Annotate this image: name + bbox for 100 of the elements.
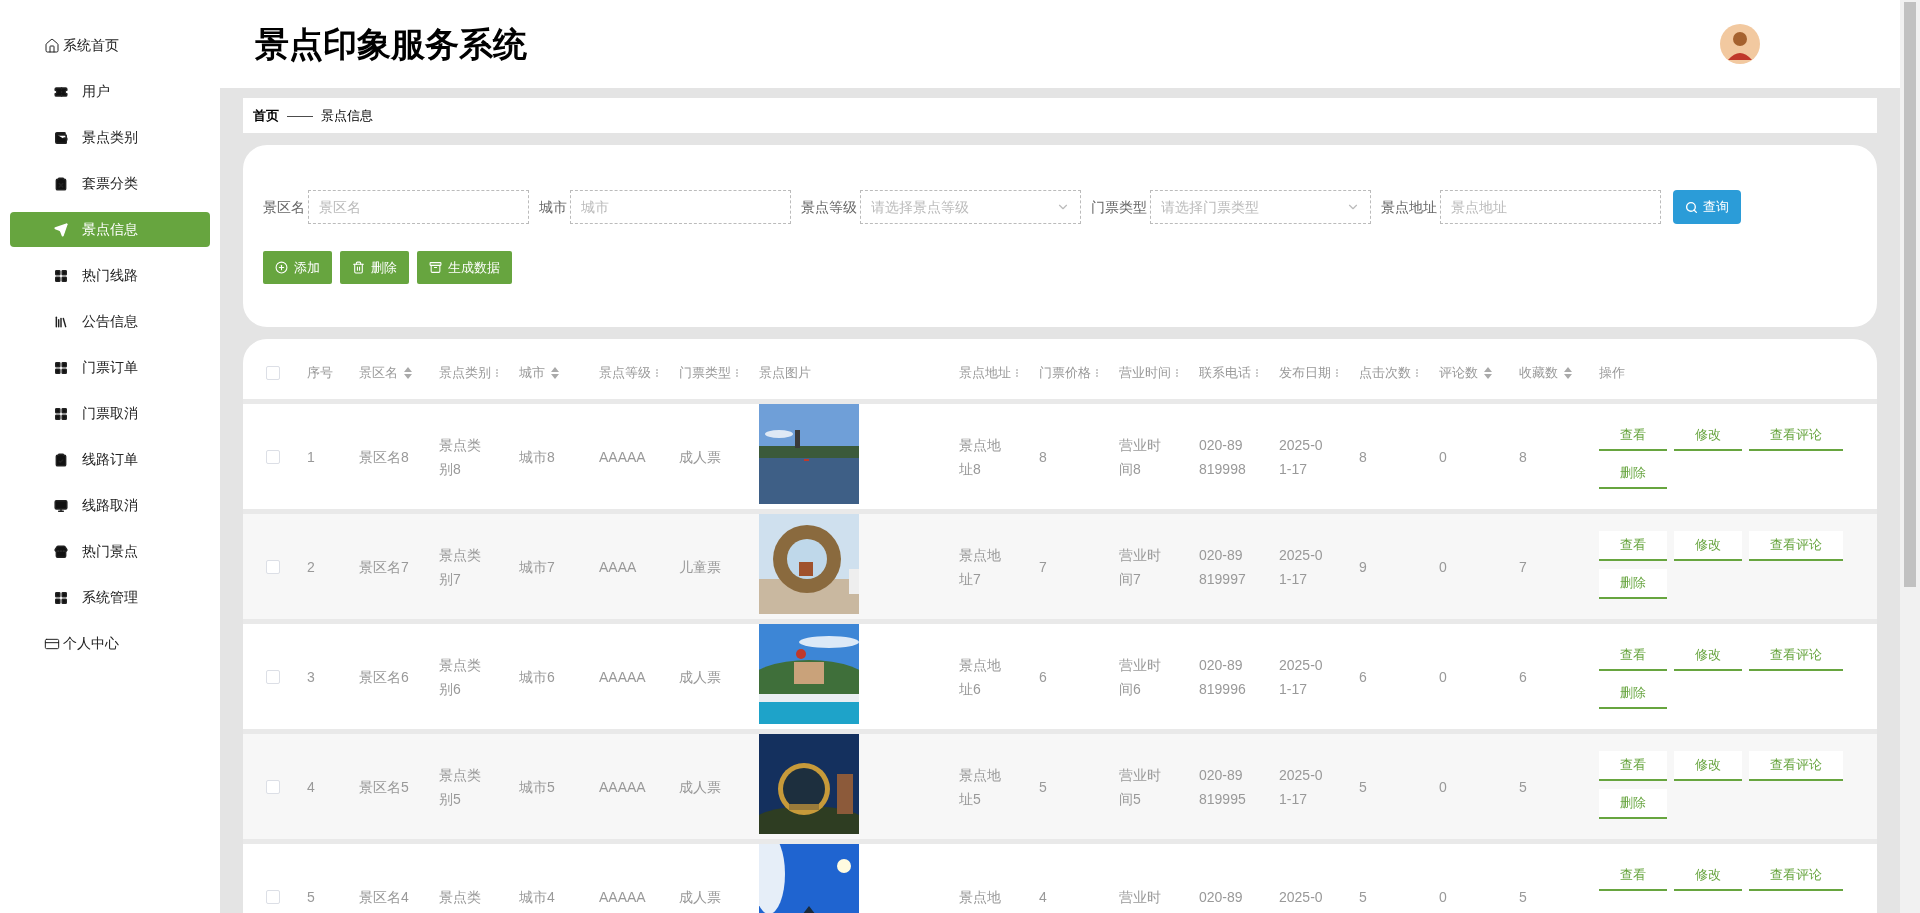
sidebar-item[interactable]: 公告信息 bbox=[10, 304, 210, 339]
toolbar-button[interactable]: 删除 bbox=[340, 251, 409, 284]
filter-label: 景点等级 bbox=[801, 197, 857, 217]
home-icon bbox=[44, 37, 60, 54]
sort-icon[interactable] bbox=[1484, 366, 1492, 379]
table-cell-text: 城市7 bbox=[519, 557, 556, 577]
table-cell-text: 城市6 bbox=[519, 667, 556, 687]
search-icon bbox=[1685, 200, 1698, 214]
column-header: 发布日期 bbox=[1279, 363, 1331, 382]
row-action-button[interactable]: 查看 bbox=[1599, 751, 1667, 781]
sidebar-item[interactable]: 热门景点 bbox=[10, 534, 210, 569]
table-cell-text: 2025-0 bbox=[1279, 887, 1324, 907]
row-action-button[interactable]: 修改 bbox=[1674, 531, 1742, 561]
column-header: 景点图片 bbox=[759, 363, 811, 382]
sidebar-item[interactable]: 用户 bbox=[10, 74, 210, 109]
sidebar-item[interactable]: 线路取消 bbox=[10, 488, 210, 523]
checkbox[interactable] bbox=[265, 449, 280, 464]
scrollbar-thumb[interactable] bbox=[1904, 2, 1916, 587]
table-cell-text: 景区名5 bbox=[359, 777, 409, 797]
column-resize-handle[interactable] bbox=[656, 368, 658, 377]
table-cell-text: 营业时 bbox=[1119, 887, 1162, 907]
column-resize-handle[interactable] bbox=[1256, 368, 1258, 377]
checkbox[interactable] bbox=[265, 889, 280, 904]
table-cell-text: 5 bbox=[1359, 777, 1368, 797]
toolbar-button[interactable]: 生成数据 bbox=[417, 251, 512, 284]
archive-icon bbox=[429, 261, 442, 274]
table-cell-text: 020-89819997 bbox=[1199, 545, 1247, 589]
column-header: 景点地址 bbox=[959, 363, 1011, 382]
row-action-button[interactable]: 删除 bbox=[1599, 789, 1667, 819]
clipboard-check-icon bbox=[54, 452, 68, 467]
column-header: 门票价格 bbox=[1039, 363, 1091, 382]
sidebar-item[interactable]: 系统管理 bbox=[10, 580, 210, 615]
filter-label: 景点地址 bbox=[1381, 197, 1437, 217]
column-resize-handle[interactable] bbox=[1416, 368, 1418, 377]
sidebar-item[interactable]: 门票订单 bbox=[10, 350, 210, 385]
column-header: 收藏数 bbox=[1519, 363, 1558, 382]
checkbox[interactable] bbox=[265, 559, 280, 574]
sidebar-item[interactable]: 景点类别 bbox=[10, 120, 210, 155]
row-action-button[interactable]: 查看评论 bbox=[1749, 751, 1843, 781]
select-field[interactable]: 请选择门票类型 bbox=[1150, 190, 1371, 224]
column-resize-handle[interactable] bbox=[736, 368, 738, 377]
table-cell-text: 020-89819995 bbox=[1199, 765, 1247, 809]
table-cell-text: 3 bbox=[307, 667, 316, 687]
grid-icon bbox=[54, 406, 68, 421]
table-cell-text: AAAAA bbox=[599, 667, 647, 687]
table-cell-text: 景点类别7 bbox=[439, 545, 482, 589]
column-resize-handle[interactable] bbox=[1016, 368, 1018, 377]
column-resize-handle[interactable] bbox=[1336, 368, 1338, 377]
table-cell-text: 8 bbox=[1039, 447, 1048, 467]
column-resize-handle[interactable] bbox=[496, 368, 498, 377]
table-cell-text: 6 bbox=[1519, 667, 1528, 687]
table-cell-text: 2 bbox=[307, 557, 316, 577]
column-header: 评论数 bbox=[1439, 363, 1478, 382]
sort-icon[interactable] bbox=[1564, 366, 1572, 379]
avatar[interactable] bbox=[1720, 24, 1760, 64]
table-cell-text: 营业时间5 bbox=[1119, 765, 1162, 809]
table-cell-text: 4 bbox=[1039, 887, 1048, 907]
table-cell-text: 9 bbox=[1359, 557, 1368, 577]
table-cell-text: 2025-01-17 bbox=[1279, 435, 1324, 479]
row-action-button[interactable]: 查看 bbox=[1599, 531, 1667, 561]
sidebar-item[interactable]: 套票分类 bbox=[10, 166, 210, 201]
row-action-button[interactable]: 查看评论 bbox=[1749, 531, 1843, 561]
table-cell-text: 0 bbox=[1439, 887, 1448, 907]
table-cell-text: 景区名4 bbox=[359, 887, 409, 907]
text-field[interactable]: 城市 bbox=[570, 190, 791, 224]
filter-label: 门票类型 bbox=[1091, 197, 1147, 217]
sidebar-item[interactable]: 景点信息 bbox=[10, 212, 210, 247]
column-header: 城市 bbox=[519, 363, 545, 382]
books-icon bbox=[54, 314, 68, 329]
sidebar-item[interactable]: 系统首页 bbox=[10, 28, 210, 63]
sidebar-item[interactable]: 热门线路 bbox=[10, 258, 210, 293]
table-cell-text: 城市8 bbox=[519, 447, 556, 467]
sidebar-item[interactable]: 门票取消 bbox=[10, 396, 210, 431]
breadcrumb-link[interactable]: 首页 bbox=[253, 105, 279, 126]
table-cell-text: 成人票 bbox=[679, 447, 722, 467]
column-resize-handle[interactable] bbox=[1096, 368, 1098, 377]
scrollbar[interactable] bbox=[1900, 0, 1920, 913]
text-field[interactable]: 景区名 bbox=[308, 190, 529, 224]
toolbar-button[interactable]: 添加 bbox=[263, 251, 332, 284]
checkbox[interactable] bbox=[265, 779, 280, 794]
column-resize-handle[interactable] bbox=[1176, 368, 1178, 377]
row-action-button[interactable]: 删除 bbox=[1599, 569, 1667, 599]
search-button[interactable]: 查询 bbox=[1673, 190, 1741, 224]
table-cell-text: 景点类别6 bbox=[439, 655, 482, 699]
grid-icon bbox=[54, 590, 68, 605]
sort-icon[interactable] bbox=[551, 366, 559, 379]
table-cell-text: AAAAA bbox=[599, 887, 647, 907]
table-cell-text: 儿童票 bbox=[679, 557, 722, 577]
sidebar-item[interactable]: 线路订单 bbox=[10, 442, 210, 477]
text-field[interactable]: 景点地址 bbox=[1440, 190, 1661, 224]
sidebar-item[interactable]: 个人中心 bbox=[10, 626, 210, 661]
table-cell-text: 景点类别8 bbox=[439, 435, 482, 479]
table-cell-text: 5 bbox=[1359, 887, 1368, 907]
table-cell-text: 营业时间6 bbox=[1119, 655, 1162, 699]
select-field[interactable]: 请选择景点等级 bbox=[860, 190, 1081, 224]
checkbox[interactable] bbox=[265, 669, 280, 684]
sort-icon[interactable] bbox=[404, 366, 412, 379]
checkbox[interactable] bbox=[265, 365, 280, 380]
table-cell-text: 8 bbox=[1359, 447, 1368, 467]
row-action-button[interactable]: 修改 bbox=[1674, 751, 1742, 781]
